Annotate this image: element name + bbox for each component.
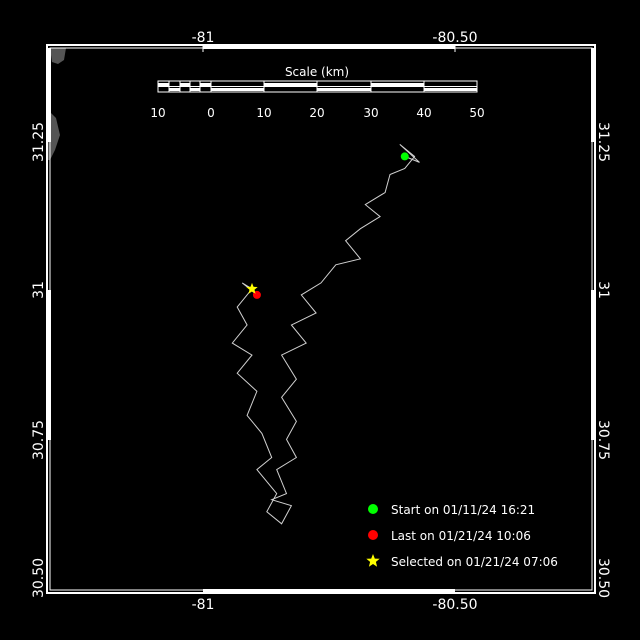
lat-label-left-2: 31 (31, 281, 47, 299)
scale-bar: Scale (km) 10 0 10 20 30 40 50 (150, 65, 484, 120)
lon-label-bottom-1: -81 (192, 597, 215, 613)
legend-start-dot (368, 504, 378, 514)
scale-label-40: 40 (416, 106, 431, 120)
lon-label-top-1: -81 (192, 30, 215, 46)
track-map: -81 -80.50 -81 -80.50 31.25 31 30.75 30.… (31, 30, 611, 613)
lat-label-right-4: 30.50 (595, 558, 611, 598)
scale-segment (158, 83, 169, 86)
frame-segment (591, 290, 596, 440)
lat-label-left-1: 31.25 (31, 122, 47, 162)
scale-label-20: 20 (309, 106, 324, 120)
legend: Start on 01/11/24 16:21 Last on 01/21/24… (366, 503, 558, 569)
scale-segment (371, 83, 424, 86)
legend-last-label: Last on 01/21/24 10:06 (391, 529, 531, 543)
legend-selected-label: Selected on 01/21/24 07:06 (391, 555, 558, 569)
scale-segment (169, 88, 180, 91)
frame-segment (203, 589, 455, 594)
lon-label-bottom-2: -80.50 (432, 597, 477, 613)
scale-segment (190, 88, 200, 91)
scale-segment (317, 88, 371, 91)
scale-segment (211, 88, 264, 91)
scale-segment (180, 83, 190, 86)
scale-label-50: 50 (469, 106, 484, 120)
lat-label-right-2: 31 (595, 281, 611, 299)
scale-segment (200, 83, 211, 86)
lat-label-left-3: 30.75 (31, 420, 47, 460)
scale-label-10neg: 10 (150, 106, 165, 120)
scale-segment (264, 83, 317, 86)
scale-label-10: 10 (256, 106, 271, 120)
track-line (231, 144, 420, 525)
lat-label-right-3: 30.75 (595, 420, 611, 460)
legend-selected-star-icon (366, 554, 380, 567)
scale-title: Scale (km) (285, 65, 349, 79)
map-stage: -81 -80.50 -81 -80.50 31.25 31 30.75 30.… (0, 0, 640, 640)
start-marker (400, 152, 409, 161)
frame-segment (203, 44, 455, 49)
legend-last-dot (368, 530, 378, 540)
scale-segment (424, 88, 477, 91)
lon-label-top-2: -80.50 (432, 30, 477, 46)
lat-label-left-4: 30.50 (31, 558, 47, 598)
lat-label-right-1: 31.25 (595, 122, 611, 162)
scale-label-30: 30 (363, 106, 378, 120)
frame-segment (46, 290, 51, 440)
scale-label-0: 0 (207, 106, 215, 120)
legend-start-label: Start on 01/11/24 16:21 (391, 503, 535, 517)
land-shape (50, 48, 66, 64)
